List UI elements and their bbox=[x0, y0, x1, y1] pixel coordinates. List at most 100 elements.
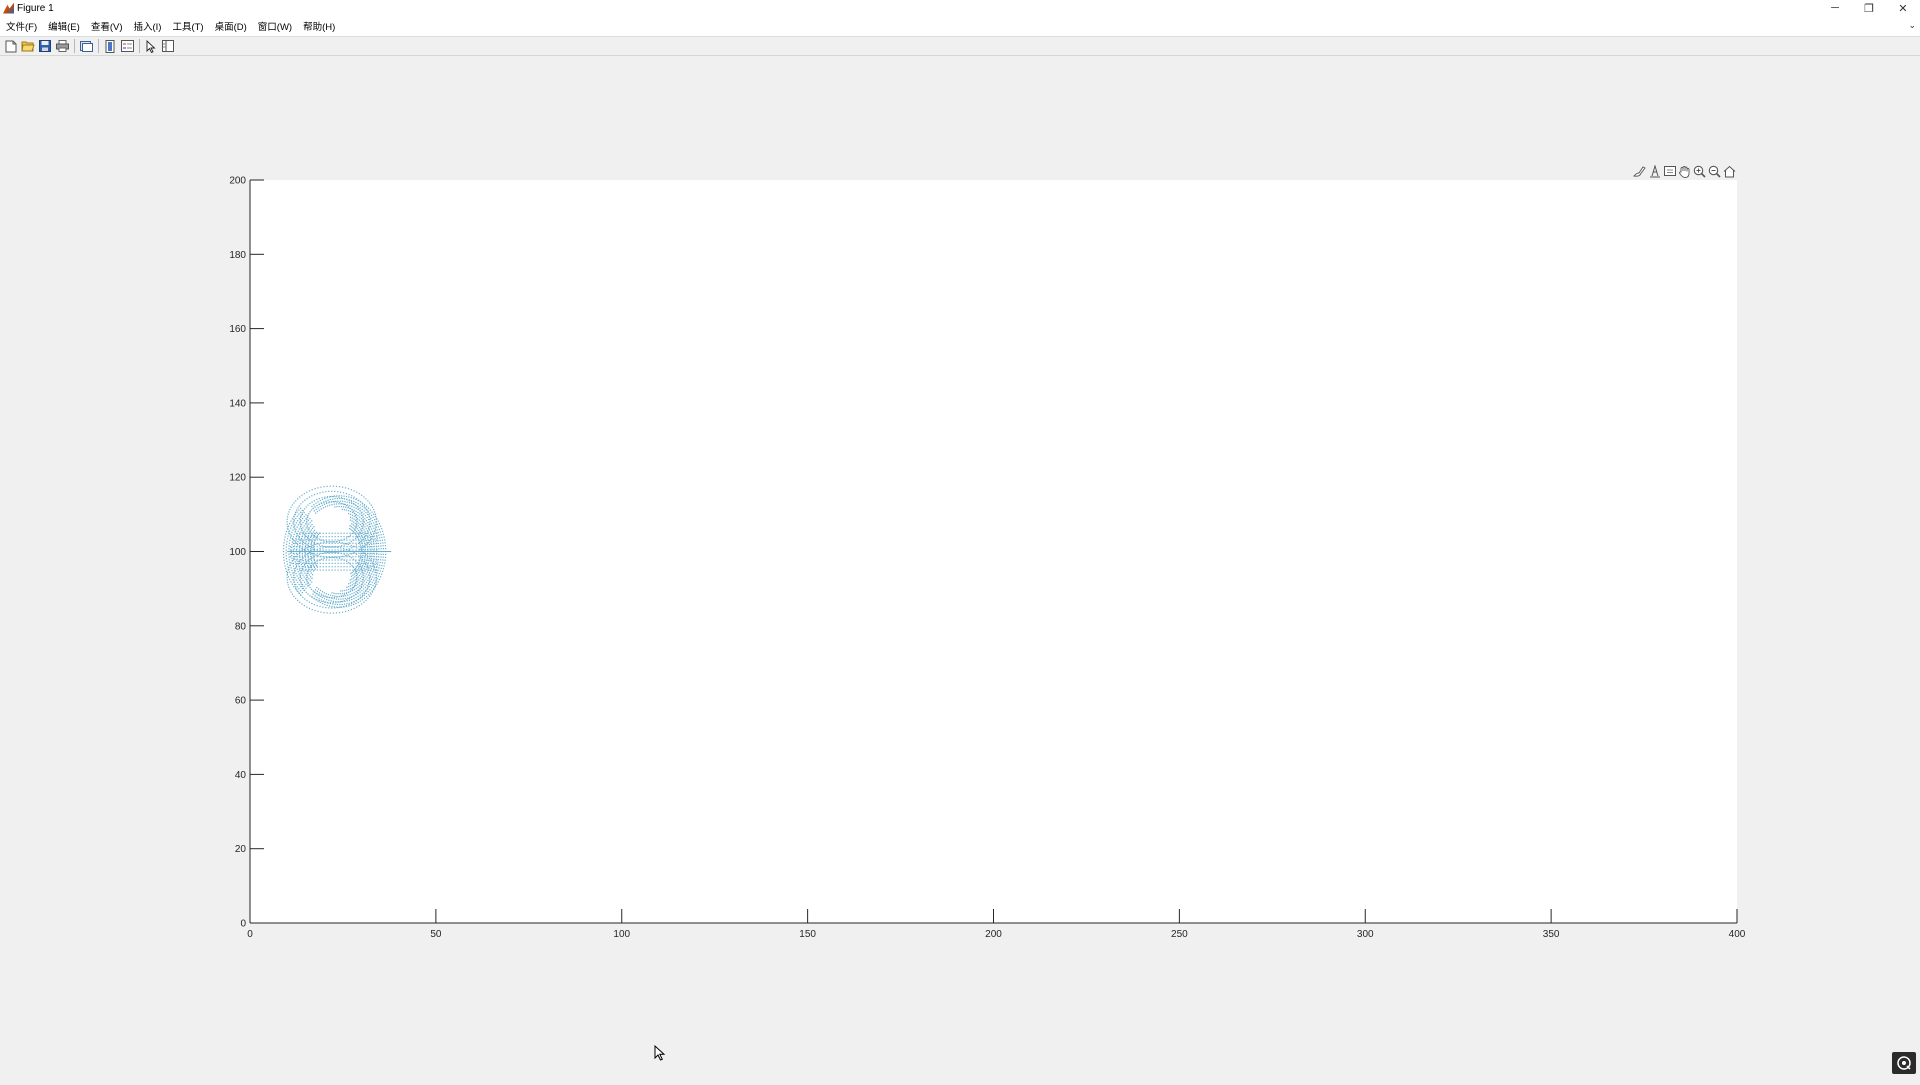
scatter-point bbox=[358, 569, 360, 571]
restore-button[interactable]: ❐ bbox=[1852, 0, 1886, 16]
scatter-point bbox=[295, 532, 298, 535]
scatter-point bbox=[300, 525, 302, 527]
scatter-point bbox=[307, 566, 309, 568]
close-button[interactable]: ✕ bbox=[1886, 0, 1920, 16]
scatter-point bbox=[334, 566, 336, 568]
menu-edit[interactable]: 编辑(E) bbox=[42, 19, 85, 33]
scatter-point bbox=[331, 532, 333, 534]
save-button[interactable] bbox=[37, 38, 53, 54]
legend-icon bbox=[120, 40, 134, 52]
new-figure-button[interactable] bbox=[3, 38, 19, 54]
pan-button[interactable] bbox=[1677, 164, 1692, 179]
scatter-point bbox=[354, 537, 357, 540]
scatter-point bbox=[350, 497, 352, 499]
scatter-point bbox=[288, 531, 290, 533]
export-button[interactable] bbox=[1662, 164, 1677, 179]
live-editor-button[interactable] bbox=[1892, 1052, 1916, 1074]
scatter-point bbox=[334, 498, 336, 500]
menu-view[interactable]: 查看(V) bbox=[85, 19, 128, 33]
menu-tools[interactable]: 工具(T) bbox=[166, 19, 208, 33]
scatter-point bbox=[294, 586, 297, 588]
scatter-point bbox=[342, 590, 344, 592]
scatter-point bbox=[355, 600, 358, 602]
menu-chevron-down-icon[interactable]: ⌄ bbox=[1908, 20, 1916, 31]
scatter-point bbox=[289, 539, 291, 542]
plot-svg[interactable]: 0 50 100 150 200 250 300 350 4000204060801001201… bbox=[0, 57, 1920, 1080]
scatter-point bbox=[305, 506, 307, 508]
home-button[interactable] bbox=[1722, 164, 1737, 179]
menu-desktop[interactable]: 桌面(D) bbox=[209, 19, 252, 33]
menu-insert[interactable]: 插入(I) bbox=[127, 19, 166, 33]
zoom-out-button[interactable] bbox=[1707, 164, 1722, 179]
data-tip-button[interactable] bbox=[1647, 164, 1662, 179]
scatter-point bbox=[360, 568, 362, 570]
scatter-point bbox=[298, 549, 301, 551]
link-plot-button[interactable] bbox=[78, 38, 94, 54]
scatter-point bbox=[358, 493, 360, 495]
scatter-point bbox=[325, 601, 327, 603]
toolbar-separator bbox=[74, 39, 75, 53]
scatter-point bbox=[379, 531, 381, 533]
scatter-point bbox=[293, 558, 295, 560]
print-button[interactable] bbox=[54, 38, 70, 54]
edit-plot-button[interactable] bbox=[143, 38, 159, 54]
scatter-point bbox=[337, 569, 339, 571]
brush-button[interactable] bbox=[1632, 164, 1647, 179]
scatter-point bbox=[312, 507, 314, 509]
zoom-in-button[interactable] bbox=[1692, 164, 1707, 179]
scatter-point bbox=[352, 536, 354, 538]
scatter-point bbox=[326, 551, 329, 554]
scatter-point bbox=[343, 503, 345, 506]
scatter-point bbox=[294, 584, 296, 586]
scatter-point bbox=[301, 583, 304, 586]
legend-button[interactable] bbox=[119, 38, 135, 54]
scatter-point bbox=[328, 605, 331, 607]
scatter-point bbox=[377, 526, 379, 528]
scatter-point bbox=[368, 567, 370, 569]
scatter-point bbox=[356, 521, 358, 523]
scatter-point bbox=[343, 542, 345, 544]
scatter-point bbox=[369, 555, 371, 557]
scatter-point bbox=[361, 562, 363, 564]
scatter-point bbox=[370, 593, 372, 595]
scatter-point bbox=[282, 547, 285, 550]
scatter-point bbox=[308, 585, 310, 587]
scatter-point bbox=[309, 586, 311, 589]
colorbar-button[interactable] bbox=[102, 38, 118, 54]
scatter-point bbox=[344, 487, 347, 489]
scatter-point bbox=[356, 531, 358, 533]
scatter-point bbox=[355, 581, 357, 583]
menu-file[interactable]: 文件(F) bbox=[0, 19, 42, 33]
menu-help[interactable]: 帮助(H) bbox=[297, 19, 340, 33]
scatter-point bbox=[316, 552, 318, 554]
scatter-point bbox=[288, 548, 290, 550]
scatter-point bbox=[307, 536, 309, 538]
scatter-point bbox=[349, 527, 351, 530]
scatter-point bbox=[317, 600, 319, 602]
scatter-point bbox=[307, 583, 309, 585]
scatter-point bbox=[351, 593, 353, 595]
scatter-point bbox=[376, 539, 378, 541]
scatter-point bbox=[311, 596, 313, 598]
property-inspector-button[interactable] bbox=[160, 38, 176, 54]
scatter-point bbox=[309, 511, 311, 513]
scatter-point bbox=[352, 566, 354, 568]
scatter-point bbox=[365, 544, 367, 546]
scatter-point bbox=[328, 566, 330, 568]
camera-icon bbox=[1897, 1056, 1911, 1070]
scatter-point bbox=[301, 559, 304, 561]
scatter-point bbox=[337, 491, 339, 493]
minimize-button[interactable]: ─ bbox=[1818, 0, 1852, 16]
scatter-point bbox=[373, 574, 375, 576]
menu-window[interactable]: 窗口(W) bbox=[252, 19, 297, 33]
open-file-button[interactable] bbox=[20, 38, 36, 54]
scatter-point bbox=[308, 513, 310, 515]
scatter-point bbox=[334, 506, 336, 508]
scatter-point bbox=[310, 588, 313, 590]
scatter-point bbox=[382, 556, 384, 558]
scatter-point bbox=[314, 591, 316, 594]
scatter-point bbox=[352, 549, 354, 551]
scatter-point bbox=[288, 559, 291, 561]
scatter-point bbox=[318, 592, 320, 594]
scatter-point bbox=[300, 586, 302, 588]
